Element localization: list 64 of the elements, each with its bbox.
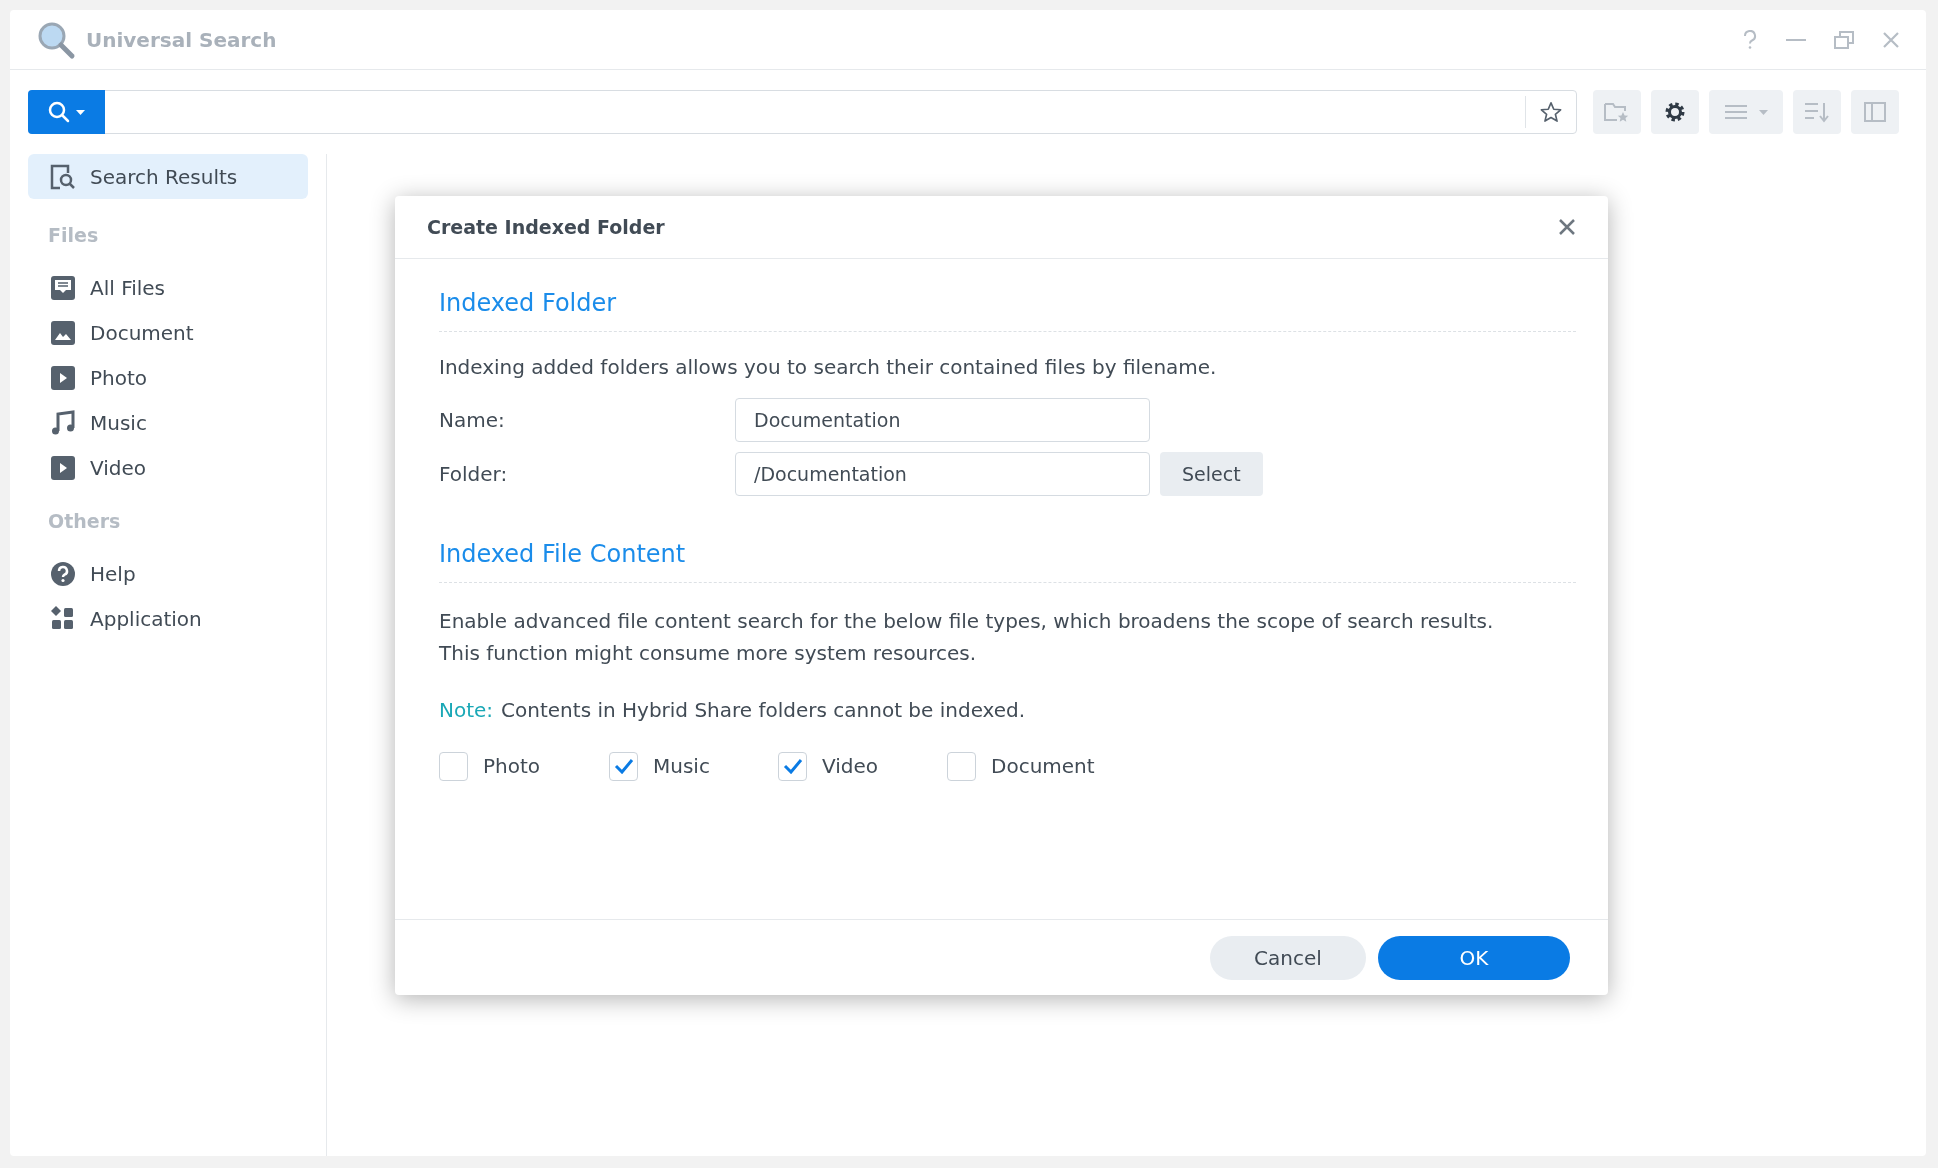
cancel-button[interactable]: Cancel	[1210, 935, 1366, 980]
settings-button[interactable]	[1651, 90, 1699, 134]
field-label: Folder:	[439, 461, 509, 488]
settings-icon	[1663, 100, 1687, 124]
checkbox[interactable]	[947, 751, 976, 781]
view-menu-button[interactable]	[1709, 90, 1783, 134]
dialog-title: Create Indexed Folder	[427, 214, 665, 240]
sidebar-item[interactable]: Application	[28, 596, 308, 641]
sidebar-item[interactable]: Video	[28, 445, 308, 491]
checkbox[interactable]	[609, 751, 638, 781]
restore-icon[interactable]	[1834, 30, 1854, 49]
select-button[interactable]: Select	[1160, 452, 1263, 496]
ok-button[interactable]: OK	[1378, 935, 1570, 980]
section-heading: Indexed File Content	[439, 536, 1576, 583]
sidebar-item[interactable]: Search Results	[28, 154, 308, 199]
search-field[interactable]	[28, 90, 1577, 134]
checkmark-icon	[613, 758, 634, 774]
checkbox-label: Video	[822, 753, 879, 780]
description-text: Enable advanced file content search for the below file types, which broadens the scope of search results.	[439, 608, 1495, 635]
section-heading: Others	[47, 508, 122, 534]
app-grid-icon	[50, 605, 76, 632]
note-label: Note:	[439, 697, 494, 724]
sidebar-item[interactable]: Document	[28, 310, 308, 356]
text-field[interactable]: Documentation	[735, 398, 1150, 442]
caret-icon	[76, 109, 85, 115]
checkmark-icon	[782, 758, 803, 774]
section-heading: Files	[47, 223, 100, 248]
section-heading: Indexed Folder	[439, 285, 1576, 332]
image-icon	[50, 320, 76, 346]
sidebar-item[interactable]: All Files	[28, 265, 308, 311]
search-document-icon	[50, 163, 76, 190]
panel-button[interactable]	[1851, 90, 1899, 134]
caret-icon	[1758, 109, 1768, 115]
search-icon	[48, 101, 70, 123]
close-button[interactable]	[1558, 218, 1576, 236]
checkbox[interactable]	[778, 751, 807, 781]
text-field[interactable]: /Documentation	[735, 452, 1150, 496]
star-icon	[1540, 101, 1562, 123]
music-note-icon	[50, 410, 76, 436]
play-icon	[50, 365, 76, 391]
description-text: Indexing added folders allows you to search their contained files by filename.	[439, 354, 1218, 381]
checkbox-label: Music	[653, 753, 710, 780]
close-icon[interactable]	[1882, 30, 1900, 49]
checkbox[interactable]	[439, 751, 468, 781]
search-menu-button[interactable]	[28, 90, 105, 134]
play-icon	[50, 455, 76, 481]
note-text: Contents in Hybrid Share folders cannot be indexed.	[501, 697, 1026, 724]
panel-icon	[1864, 102, 1886, 122]
checkbox-label: Document	[991, 753, 1095, 780]
description-text: This function might consume more system resources.	[439, 640, 978, 667]
sort-icon	[1804, 101, 1830, 123]
help-icon[interactable]	[1742, 29, 1758, 50]
sidebar-item[interactable]: Help	[28, 551, 308, 596]
folder-star-button[interactable]	[1593, 90, 1641, 134]
field-label: Name:	[439, 407, 506, 434]
list-icon	[1724, 104, 1747, 120]
help-icon	[50, 560, 76, 587]
window-title: Universal Search	[86, 26, 277, 54]
sidebar-item[interactable]: Music	[28, 400, 308, 446]
sort-button[interactable]	[1793, 90, 1841, 134]
checkbox-label: Photo	[483, 753, 541, 780]
folder-star-icon	[1604, 101, 1630, 123]
sidebar-item[interactable]: Photo	[28, 355, 308, 401]
file-stack-icon	[50, 275, 76, 301]
